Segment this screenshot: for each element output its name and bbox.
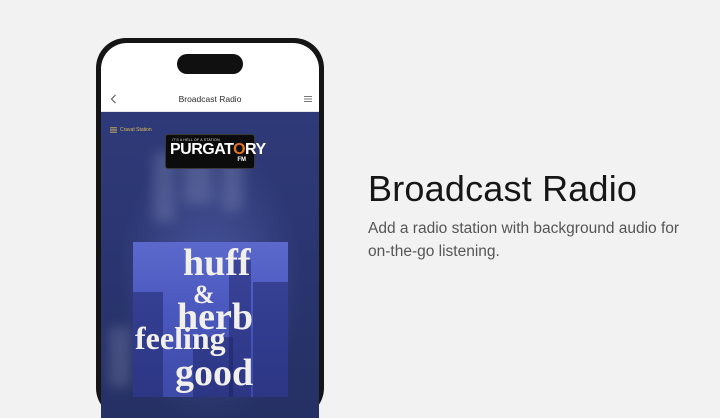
album-text-good: good	[175, 352, 254, 394]
list-icon	[110, 127, 117, 133]
logo-fm: FM	[237, 157, 246, 163]
chevron-left-icon[interactable]	[104, 87, 122, 111]
dynamic-island	[177, 54, 243, 74]
hero-title: Broadcast Radio	[368, 168, 638, 209]
app-bar: Broadcast Radio	[101, 87, 319, 112]
stations-label: Cravat Station	[120, 127, 152, 133]
album-art: huff & herb feeling good	[133, 242, 288, 397]
app-bar-title: Broadcast Radio	[178, 94, 242, 104]
hero-description: Add a radio station with background audi…	[368, 220, 680, 260]
album-text-feeling: feeling	[135, 320, 226, 356]
phone-screen: Broadcast Radio Cravat Station IT'S A HE…	[101, 43, 319, 418]
album-text-huff: huff	[183, 242, 251, 284]
stations-button[interactable]: Cravat Station	[110, 125, 152, 135]
radio-player: Cravat Station IT'S A HELL OF A STATION …	[101, 112, 319, 418]
logo-wordmark: PURGATORY	[170, 141, 266, 158]
station-logo: IT'S A HELL OF A STATION PURGATORY FM	[165, 134, 266, 169]
hamburger-menu-icon[interactable]	[299, 87, 317, 111]
phone-mockup: Broadcast Radio Cravat Station IT'S A HE…	[96, 38, 324, 418]
